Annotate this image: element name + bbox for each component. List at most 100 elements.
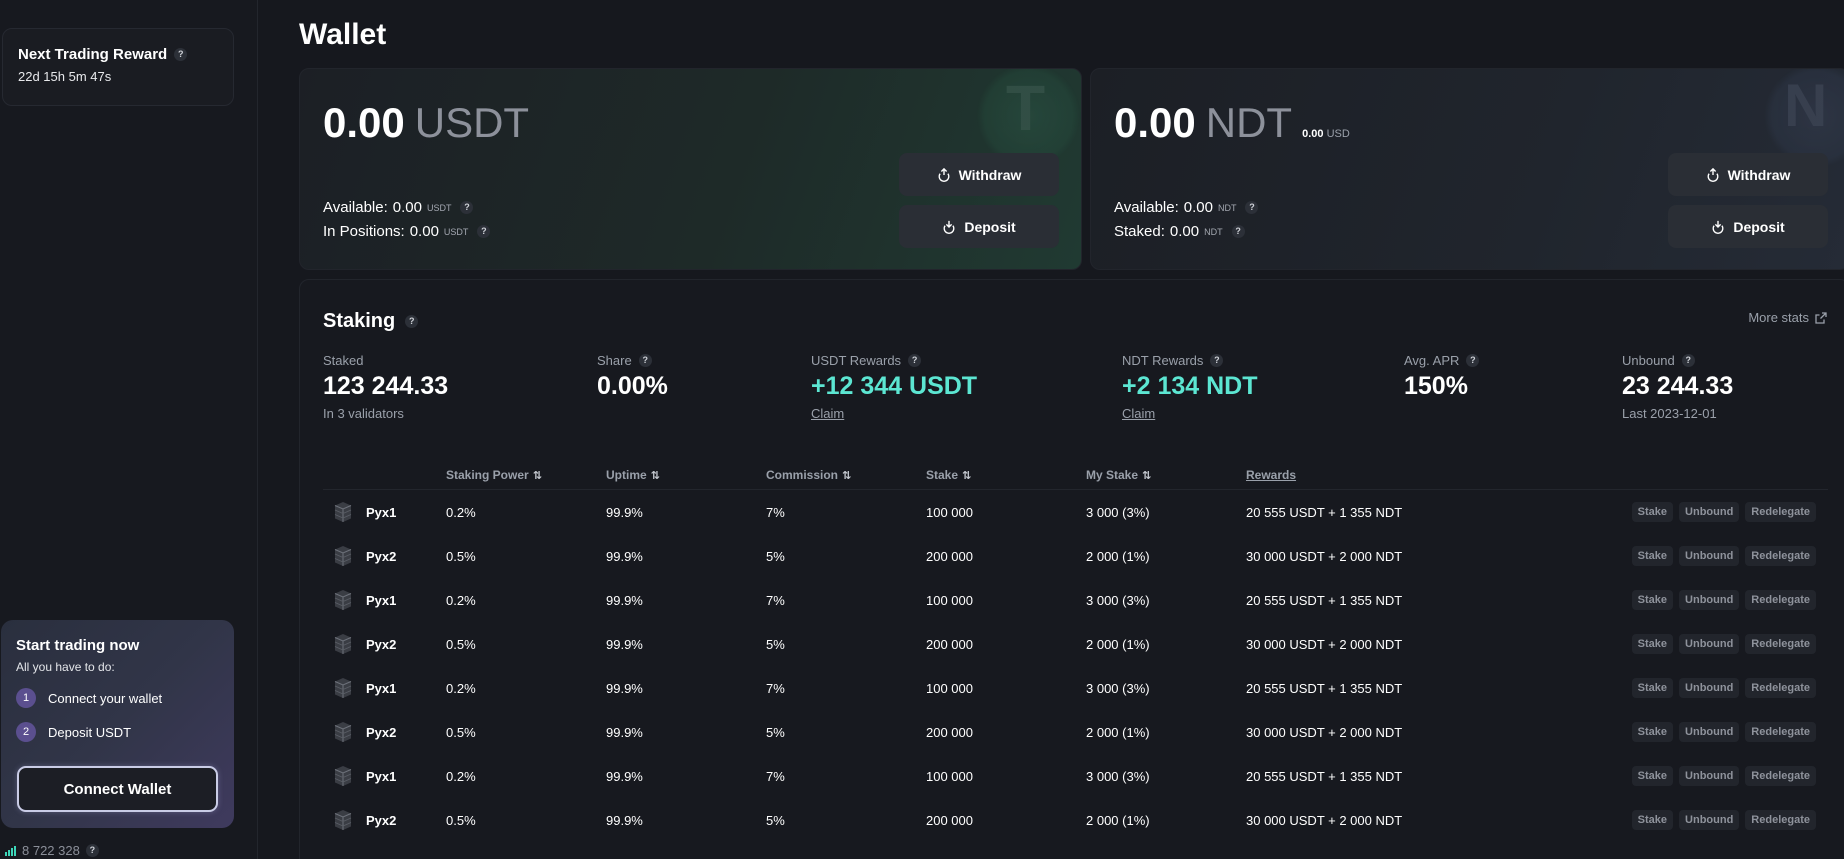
- help-icon[interactable]: ?: [1466, 354, 1480, 367]
- stat-label: Share?: [597, 353, 668, 368]
- row-actions: Stake Unbound Redelegate: [1536, 678, 1828, 698]
- help-icon[interactable]: ?: [460, 201, 474, 214]
- stake-cell: 200 000: [926, 812, 973, 828]
- validator-cell: Pyx1: [323, 589, 446, 611]
- unbound-button[interactable]: Unbound: [1679, 546, 1740, 566]
- stake-button[interactable]: Stake: [1631, 810, 1674, 830]
- staking-title: Staking: [323, 310, 396, 332]
- redelegate-button[interactable]: Redelegate: [1745, 766, 1816, 786]
- stake-button[interactable]: Stake: [1631, 546, 1674, 566]
- more-stats-link[interactable]: More stats: [1748, 310, 1827, 325]
- stat-value: 150%: [1404, 372, 1468, 400]
- help-icon[interactable]: ?: [1231, 225, 1245, 238]
- row-actions: Stake Unbound Redelegate: [1536, 546, 1828, 566]
- validator-name: Pyx2: [366, 548, 397, 564]
- help-icon[interactable]: ?: [174, 48, 188, 61]
- stake-button[interactable]: Stake: [1631, 678, 1674, 698]
- help-icon[interactable]: ?: [1681, 354, 1695, 367]
- redelegate-button[interactable]: Redelegate: [1745, 590, 1816, 610]
- validator-stack-icon: [334, 502, 352, 522]
- connect-wallet-button[interactable]: Connect Wallet: [17, 766, 218, 812]
- help-icon[interactable]: ?: [477, 225, 491, 238]
- balance-amount: 0.00: [323, 99, 405, 146]
- uptime-cell: 99.9%: [606, 548, 643, 564]
- more-stats-label: More stats: [1748, 310, 1809, 325]
- balance-currency: USDT: [414, 99, 530, 146]
- validator-name: Pyx1: [366, 504, 397, 520]
- my-stake-cell: 2 000 (1%): [1086, 724, 1150, 740]
- validator-stack-icon: [334, 634, 352, 654]
- unbound-button[interactable]: Unbound: [1679, 590, 1740, 610]
- commission-cell: 5%: [766, 812, 785, 828]
- validator-name: Pyx1: [366, 680, 397, 696]
- header-stake[interactable]: Stake ⇅: [926, 468, 1086, 482]
- validator-stack-icon: [334, 678, 352, 698]
- validator-cell: Pyx1: [323, 501, 446, 523]
- help-icon[interactable]: ?: [1245, 201, 1259, 214]
- rewards-cell: 20 555 USDT + 1 355 NDT: [1246, 768, 1403, 784]
- balance-amount: 0.00: [1114, 99, 1196, 146]
- stake-button[interactable]: Stake: [1631, 634, 1674, 654]
- stake-button[interactable]: Stake: [1631, 722, 1674, 742]
- header-staking-power[interactable]: Staking Power ⇅: [446, 468, 606, 482]
- usdt-deposit-button[interactable]: Deposit: [899, 205, 1059, 248]
- commission-cell: 5%: [766, 548, 785, 564]
- table-row: Pyx1 0.2% 99.9% 7% 100 000 3 000 (3%) 20…: [323, 754, 1828, 798]
- unbound-button[interactable]: Unbound: [1679, 634, 1740, 654]
- redelegate-button[interactable]: Redelegate: [1745, 502, 1816, 522]
- stake-button[interactable]: Stake: [1631, 766, 1674, 786]
- table-row: Pyx1 0.2% 99.9% 7% 100 000 3 000 (3%) 20…: [323, 490, 1828, 534]
- ndt-withdraw-button[interactable]: Withdraw: [1668, 153, 1828, 196]
- in-positions-unit: USDT: [443, 226, 469, 237]
- unbound-button[interactable]: Unbound: [1679, 766, 1740, 786]
- redelegate-button[interactable]: Redelegate: [1745, 810, 1816, 830]
- header-my-stake[interactable]: My Stake ⇅: [1086, 468, 1246, 482]
- help-icon[interactable]: ?: [638, 354, 652, 367]
- unbound-button[interactable]: Unbound: [1679, 722, 1740, 742]
- sidebar: Next Trading Reward ? 22d 15h 5m 47s Sta…: [0, 0, 258, 859]
- usdt-withdraw-button[interactable]: Withdraw: [899, 153, 1059, 196]
- table-header: Staking Power ⇅ Uptime ⇅ Commission ⇅ Stake…: [323, 460, 1828, 490]
- my-stake-cell: 3 000 (3%): [1086, 768, 1150, 784]
- available-line: Available: 0.00 USDT ?: [323, 199, 490, 216]
- uptime-cell: 99.9%: [606, 812, 643, 828]
- my-stake-cell: 2 000 (1%): [1086, 548, 1150, 564]
- stat-value: 123 244.33: [323, 372, 449, 400]
- header-commission[interactable]: Commission ⇅: [766, 468, 926, 482]
- claim-usdt-link[interactable]: Claim: [811, 406, 977, 421]
- unbound-button[interactable]: Unbound: [1679, 502, 1740, 522]
- available-line: Available: 0.00 NDT ?: [1114, 199, 1259, 216]
- signal-bars-icon: [5, 845, 16, 856]
- header-rewards[interactable]: Rewards: [1246, 468, 1536, 482]
- table-row: Pyx2 0.5% 99.9% 5% 200 000 2 000 (1%) 30…: [323, 798, 1828, 842]
- header-uptime[interactable]: Uptime ⇅: [606, 468, 766, 482]
- redelegate-button[interactable]: Redelegate: [1745, 634, 1816, 654]
- validator-cell: Pyx2: [323, 633, 446, 655]
- help-icon[interactable]: ?: [405, 315, 419, 328]
- ndt-balance-card: N 0.00 NDT 0.00 USD Available: 0.00 NDT …: [1090, 68, 1844, 270]
- commission-cell: 5%: [766, 636, 785, 652]
- redelegate-button[interactable]: Redelegate: [1745, 546, 1816, 566]
- help-icon[interactable]: ?: [85, 844, 99, 857]
- claim-ndt-link[interactable]: Claim: [1122, 406, 1258, 421]
- stake-button[interactable]: Stake: [1631, 590, 1674, 610]
- staked-label: Staked:: [1114, 223, 1165, 240]
- ndt-actions: Withdraw Deposit: [1668, 153, 1828, 257]
- help-icon[interactable]: ?: [908, 354, 922, 367]
- available-label: Available:: [323, 199, 388, 216]
- stat-usdt-rewards: USDT Rewards? +12 344 USDT Claim: [811, 353, 977, 421]
- rewards-cell: 20 555 USDT + 1 355 NDT: [1246, 592, 1403, 608]
- help-icon[interactable]: ?: [1210, 354, 1224, 367]
- main-content: Wallet T 0.00 USDT Available: 0.00 USDT …: [258, 0, 1844, 859]
- unbound-button[interactable]: Unbound: [1679, 678, 1740, 698]
- redelegate-button[interactable]: Redelegate: [1745, 722, 1816, 742]
- ndt-deposit-button[interactable]: Deposit: [1668, 205, 1828, 248]
- stake-button[interactable]: Stake: [1631, 502, 1674, 522]
- uptime-cell: 99.9%: [606, 592, 643, 608]
- sort-icon: ⇅: [532, 469, 542, 482]
- staking-power-cell: 0.5%: [446, 812, 476, 828]
- unbound-button[interactable]: Unbound: [1679, 810, 1740, 830]
- stake-cell: 200 000: [926, 636, 973, 652]
- my-stake-cell: 2 000 (1%): [1086, 636, 1150, 652]
- redelegate-button[interactable]: Redelegate: [1745, 678, 1816, 698]
